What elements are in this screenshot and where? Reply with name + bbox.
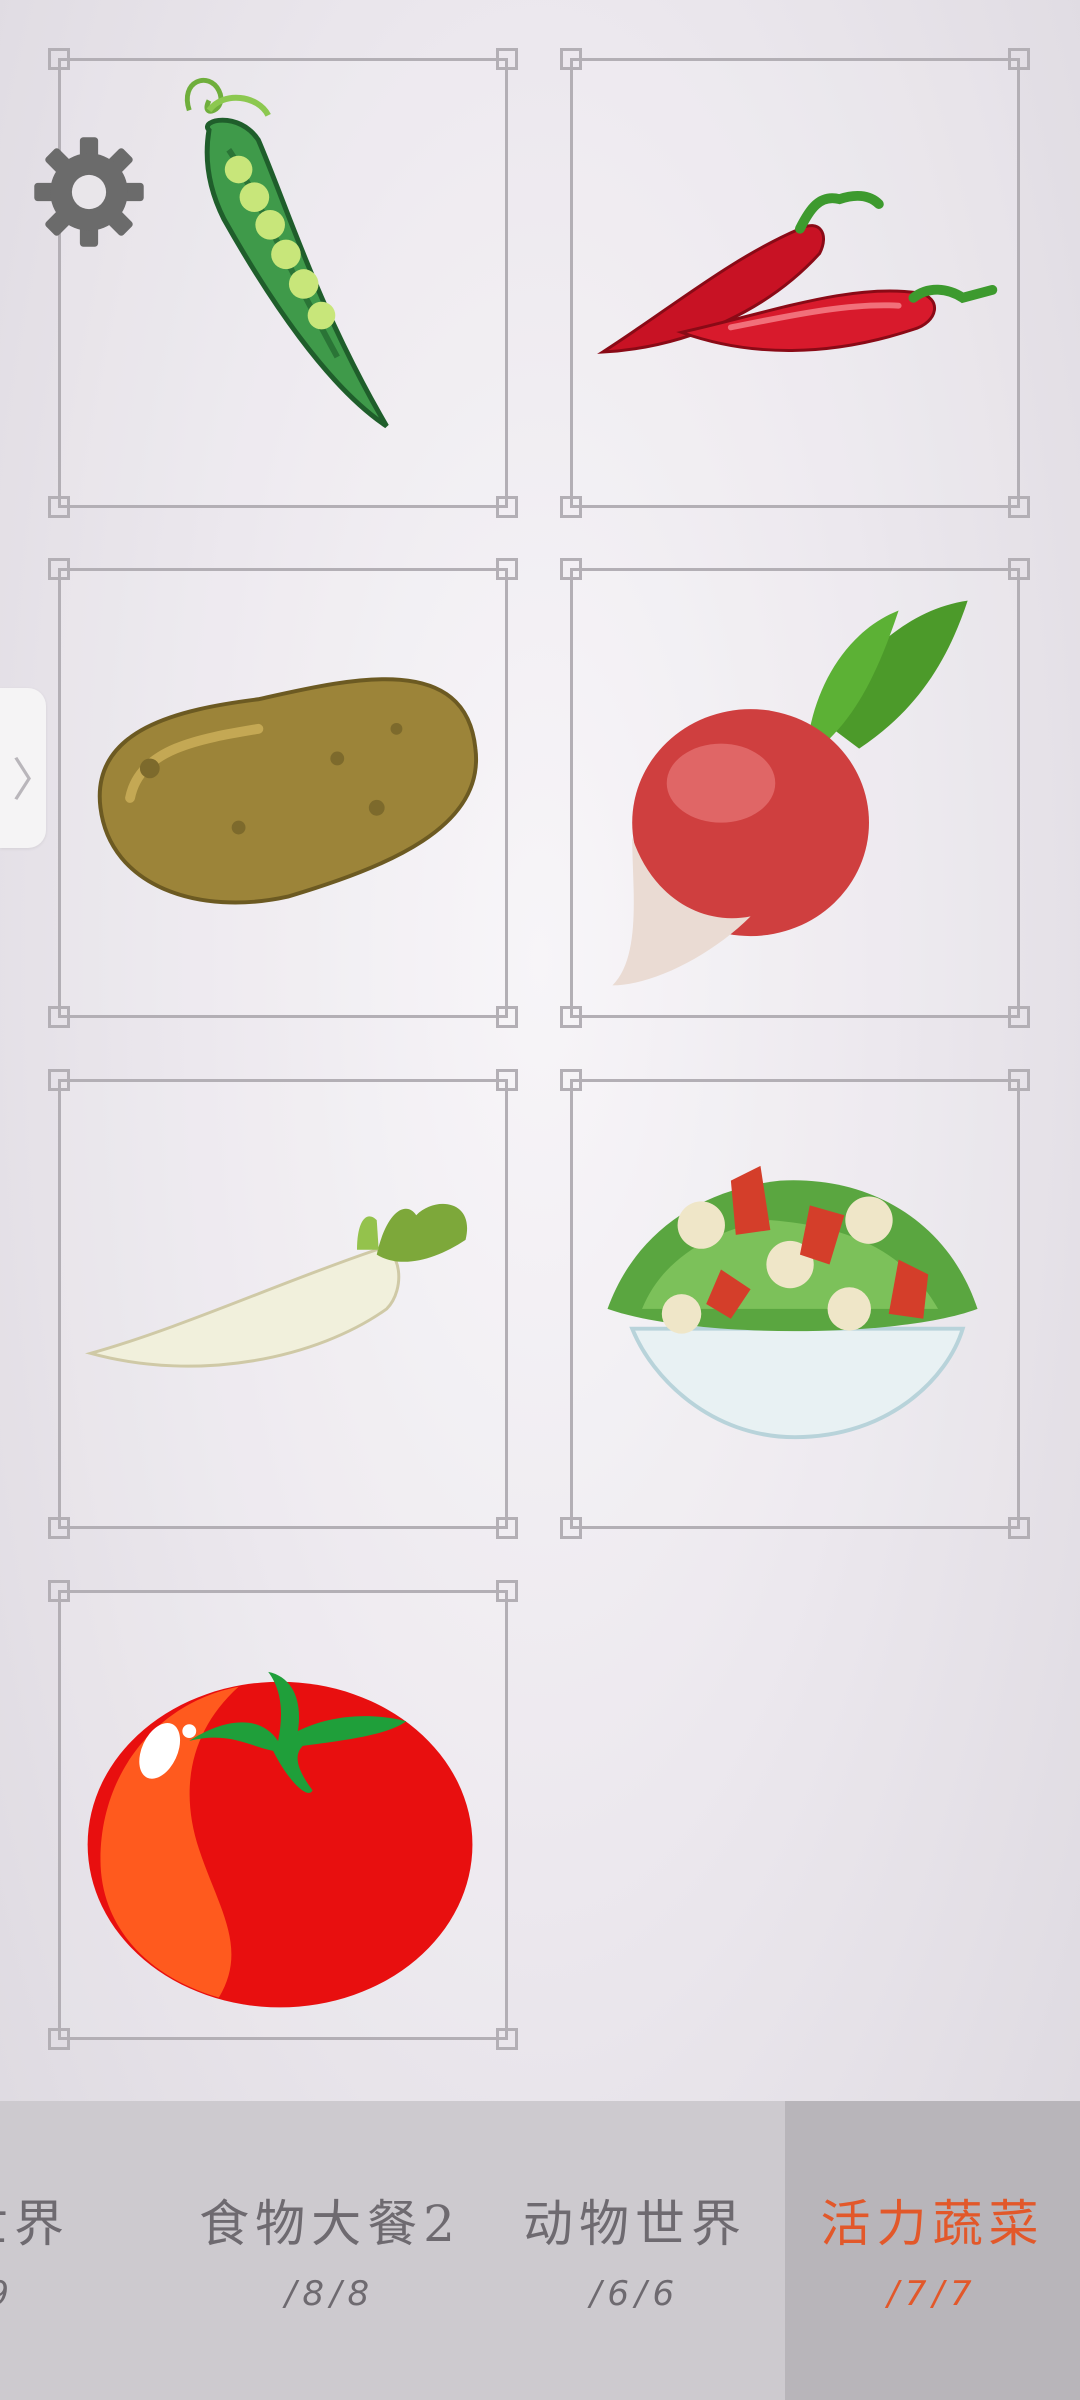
tab-count: /9 [0,2274,140,2314]
card-chili-pepper[interactable] [560,48,1030,518]
tab-title: 食物大餐2 [199,2195,461,2253]
tab-title: 活力蔬菜 [820,2195,1045,2253]
tab-category-animal-world[interactable]: 动物世界 /6/6 [485,2101,785,2400]
tab-category-food-feast-2[interactable]: 食物大餐2 /8/8 [180,2101,480,2400]
tab-count: /8/8 [284,2274,376,2314]
card-tomato[interactable] [48,1580,518,2050]
white-radish-image [85,1203,468,1368]
tab-count: /6/6 [589,2274,681,2314]
chevron-right-icon: 〉 [12,753,58,807]
card-radish[interactable] [560,558,1030,1028]
radish-image [612,600,968,986]
chili-pepper-image [597,190,998,354]
tab-category-world[interactable]: 世界 /9 [0,2101,140,2400]
pea-image [184,78,389,429]
card-white-radish[interactable] [48,1069,518,1539]
tab-title: 动物世界 [523,2195,747,2253]
side-drawer-tab[interactable]: 〉 [0,688,58,848]
card-pea[interactable] [48,48,518,518]
card-potato[interactable] [48,558,518,1028]
tab-category-vegetables[interactable]: 活力蔬菜 /7/7 [785,2101,1080,2400]
category-bar[interactable]: 世界 /9 食物大餐2 /8/8 动物世界 /6/6 活力蔬菜 /7/7 [0,2101,1080,2400]
tab-title: 世界 [0,2195,70,2253]
gear-icon[interactable] [32,135,146,249]
tomato-image [87,1671,473,2008]
card-salad[interactable] [560,1069,1030,1539]
potato-image [97,677,479,905]
salad-image [607,1165,978,1440]
tab-count: /7/7 [887,2274,978,2314]
